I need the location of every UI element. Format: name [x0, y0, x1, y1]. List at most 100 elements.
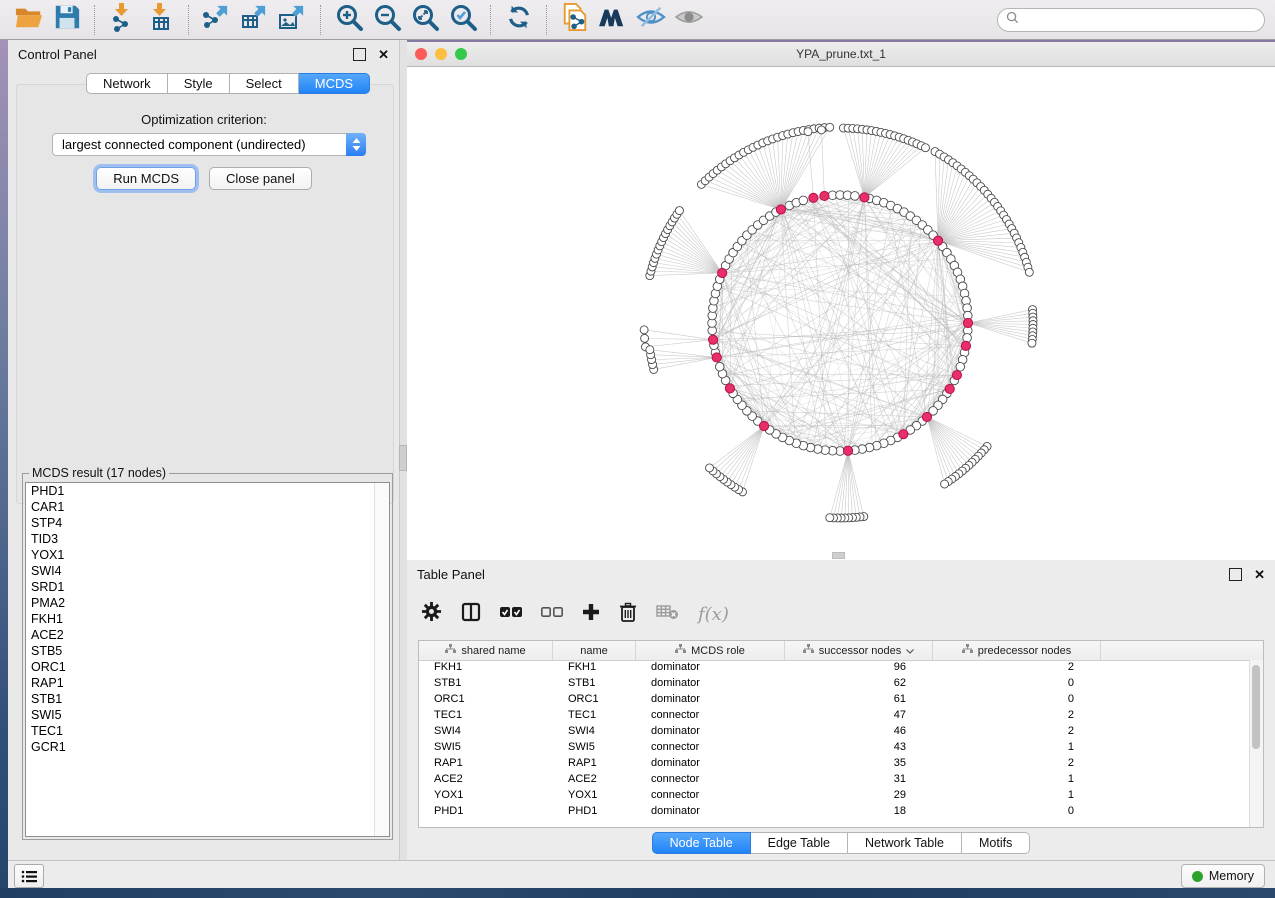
- table-row[interactable]: ACE2ACE2connector311: [419, 773, 1263, 789]
- save-session-button[interactable]: [48, 3, 86, 37]
- hierarchy-icon: [803, 644, 814, 657]
- tab-style[interactable]: Style: [168, 73, 230, 94]
- table-cell: 29: [785, 789, 933, 805]
- column-header-shared-name[interactable]: shared name: [419, 641, 553, 660]
- select-stepper-icon: [346, 133, 366, 156]
- zoom-in-button[interactable]: [330, 3, 368, 37]
- table-tabs: Node TableEdge TableNetwork TableMotifs: [407, 832, 1275, 854]
- mcds-result-item[interactable]: SRD1: [26, 579, 389, 595]
- zoom-out-icon: [372, 2, 402, 37]
- table-row[interactable]: ORC1ORC1dominator610: [419, 693, 1263, 709]
- hierarchy-icon: [962, 644, 973, 657]
- list-scrollbar[interactable]: [374, 483, 389, 836]
- table-row[interactable]: RAP1RAP1dominator352: [419, 757, 1263, 773]
- table-panel: Table Panel ✕ f(x) shared namenameMCDS r…: [407, 560, 1275, 860]
- table-row[interactable]: PHD1PHD1dominator180: [419, 805, 1263, 821]
- tab-motifs[interactable]: Motifs: [962, 832, 1030, 854]
- table-row[interactable]: SWI5SWI5connector431: [419, 741, 1263, 757]
- column-header-name[interactable]: name: [553, 641, 636, 660]
- optimization-criterion-label: Optimization criterion:: [8, 112, 400, 127]
- export-table-button[interactable]: [236, 3, 274, 37]
- mcds-result-item[interactable]: CAR1: [26, 499, 389, 515]
- mcds-result-item[interactable]: PHD1: [26, 483, 389, 499]
- mcds-result-list[interactable]: PHD1CAR1STP4TID3YOX1SWI4SRD1PMA2FKH1ACE2…: [25, 482, 390, 837]
- mcds-result-item[interactable]: RAP1: [26, 675, 389, 691]
- settings-button[interactable]: [421, 601, 442, 627]
- table-scrollbar-thumb[interactable]: [1252, 665, 1260, 749]
- zoom-out-button[interactable]: [368, 3, 406, 37]
- table-cell: SWI4: [419, 725, 553, 741]
- show-all-button[interactable]: [670, 3, 708, 37]
- toolbar-separator: [490, 5, 492, 35]
- column-header-predecessor-nodes[interactable]: predecessor nodes: [933, 641, 1101, 660]
- network-graph[interactable]: [407, 67, 1275, 560]
- table-row[interactable]: STB1STB1dominator620: [419, 677, 1263, 693]
- export-network-button[interactable]: [198, 3, 236, 37]
- deselect-all-button[interactable]: [541, 605, 563, 623]
- refresh-button[interactable]: [500, 3, 538, 37]
- close-table-panel-icon[interactable]: ✕: [1254, 569, 1265, 580]
- mcds-result-item[interactable]: TID3: [26, 531, 389, 547]
- first-neighbors-button[interactable]: [594, 3, 632, 37]
- table-row[interactable]: TEC1TEC1connector472: [419, 709, 1263, 725]
- horizontal-splitter-grip[interactable]: [832, 552, 845, 559]
- table-cell: YOX1: [553, 789, 636, 805]
- mcds-result-item[interactable]: GCR1: [26, 739, 389, 755]
- memory-button[interactable]: Memory: [1181, 864, 1265, 888]
- close-panel-icon[interactable]: ✕: [378, 49, 389, 60]
- mcds-result-item[interactable]: ORC1: [26, 659, 389, 675]
- mcds-result-item[interactable]: ACE2: [26, 627, 389, 643]
- table-row[interactable]: FKH1FKH1dominator962: [419, 661, 1263, 677]
- run-mcds-button[interactable]: Run MCDS: [96, 167, 196, 190]
- select-all-button[interactable]: [500, 605, 522, 623]
- mcds-result-item[interactable]: TEC1: [26, 723, 389, 739]
- table-row[interactable]: YOX1YOX1connector291: [419, 789, 1263, 805]
- search-input[interactable]: [1025, 12, 1256, 28]
- close-panel-button[interactable]: Close panel: [209, 167, 312, 190]
- table-cell: PHD1: [419, 805, 553, 821]
- search-field[interactable]: [997, 8, 1265, 32]
- table-cell: 43: [785, 741, 933, 757]
- column-header-successor-nodes[interactable]: successor nodes: [785, 641, 933, 660]
- tab-edge-table[interactable]: Edge Table: [751, 832, 848, 854]
- tab-select[interactable]: Select: [230, 73, 299, 94]
- table-row[interactable]: SWI4SWI4dominator462: [419, 725, 1263, 741]
- network-view-window: YPA_prune.txt_1: [407, 42, 1275, 560]
- mcds-result-item[interactable]: SWI4: [26, 563, 389, 579]
- mcds-result-item[interactable]: FKH1: [26, 611, 389, 627]
- zoom-fit-icon: [410, 2, 440, 37]
- mcds-result-item[interactable]: STB1: [26, 691, 389, 707]
- open-session-button[interactable]: [10, 3, 48, 37]
- delete-row-button[interactable]: [619, 602, 637, 627]
- table-scrollbar[interactable]: [1249, 660, 1263, 827]
- zoom-fit-button[interactable]: [406, 3, 444, 37]
- mcds-result-item[interactable]: YOX1: [26, 547, 389, 563]
- tab-mcds[interactable]: MCDS: [299, 73, 370, 94]
- optimization-criterion-select[interactable]: largest connected component (undirected): [52, 133, 366, 156]
- float-panel-icon[interactable]: [353, 48, 366, 61]
- float-table-panel-icon[interactable]: [1229, 568, 1242, 581]
- mcds-result-item[interactable]: STP4: [26, 515, 389, 531]
- columns-button[interactable]: [461, 602, 481, 627]
- columns-icon: [461, 602, 481, 627]
- add-row-button[interactable]: [582, 603, 600, 626]
- splitter-grip[interactable]: [399, 445, 407, 471]
- tab-network[interactable]: Network: [86, 73, 168, 94]
- tab-node-table[interactable]: Node Table: [652, 832, 751, 854]
- clone-network-button[interactable]: [556, 3, 594, 37]
- network-canvas[interactable]: [407, 67, 1275, 560]
- mcds-result-item[interactable]: STB5: [26, 643, 389, 659]
- panel-menu-button[interactable]: [14, 864, 44, 888]
- hide-selected-button[interactable]: [632, 3, 670, 37]
- import-table-button[interactable]: [142, 3, 180, 37]
- mcds-result-item[interactable]: SWI5: [26, 707, 389, 723]
- tab-network-table[interactable]: Network Table: [848, 832, 962, 854]
- table-cell: 2: [933, 725, 1101, 741]
- open-session-icon: [14, 3, 44, 36]
- zoom-selected-button[interactable]: [444, 3, 482, 37]
- export-image-button[interactable]: [274, 3, 312, 37]
- table-cell: dominator: [636, 693, 785, 709]
- column-header-MCDS-role[interactable]: MCDS role: [636, 641, 785, 660]
- import-network-button[interactable]: [104, 3, 142, 37]
- mcds-result-item[interactable]: PMA2: [26, 595, 389, 611]
